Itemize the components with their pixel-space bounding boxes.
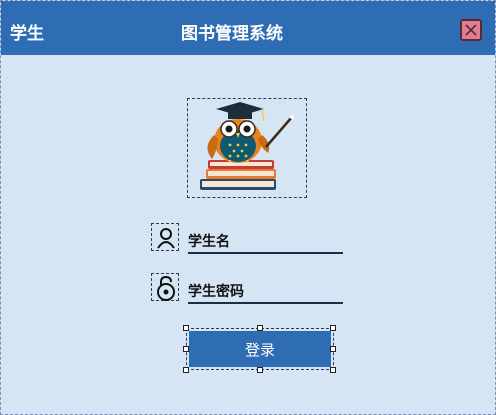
app-title: 图书管理系统 bbox=[181, 24, 283, 44]
password-field[interactable] bbox=[188, 282, 343, 304]
lock-icon bbox=[157, 275, 175, 301]
login-button-frame: 登录 bbox=[186, 328, 334, 370]
user-icon bbox=[157, 228, 175, 249]
owl-logo-icon bbox=[200, 102, 294, 190]
logo-frame bbox=[187, 98, 307, 198]
resize-handle[interactable] bbox=[257, 367, 263, 373]
login-button[interactable]: 登录 bbox=[189, 331, 331, 367]
resize-handle[interactable] bbox=[330, 346, 336, 352]
resize-handle[interactable] bbox=[330, 367, 336, 373]
resize-handle[interactable] bbox=[257, 325, 263, 331]
resize-handle[interactable] bbox=[183, 325, 189, 331]
close-icon bbox=[465, 24, 477, 36]
resize-handle[interactable] bbox=[330, 325, 336, 331]
title-bar[interactable]: 学生 图书管理系统 bbox=[1, 1, 495, 55]
username-icon-box bbox=[151, 223, 179, 251]
password-icon-box bbox=[151, 273, 179, 301]
login-window: 学生 图书管理系统 学生名 登录 bbox=[0, 0, 496, 415]
username-field[interactable] bbox=[188, 232, 343, 254]
resize-handle[interactable] bbox=[183, 346, 189, 352]
close-button[interactable] bbox=[460, 19, 482, 41]
resize-handle[interactable] bbox=[183, 367, 189, 373]
role-label: 学生 bbox=[10, 24, 44, 44]
